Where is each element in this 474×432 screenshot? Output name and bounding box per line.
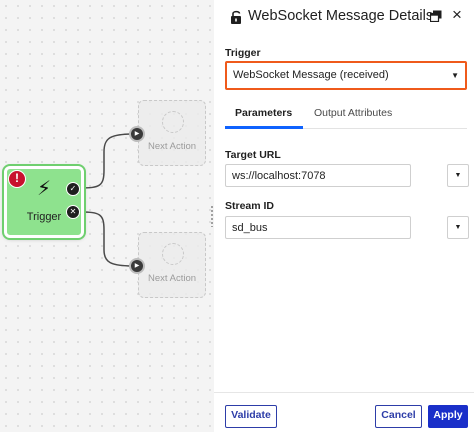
trigger-select[interactable]: WebSocket Message (received) ▼ xyxy=(225,61,467,90)
next-action-label: Next Action xyxy=(147,273,197,284)
target-url-label: Target URL xyxy=(225,149,281,161)
active-tab-indicator xyxy=(225,126,303,129)
trigger-label: Trigger xyxy=(225,47,261,59)
stream-id-label: Stream ID xyxy=(225,200,275,212)
target-url-input[interactable] xyxy=(225,164,411,187)
error-alert-icon[interactable]: ! xyxy=(8,170,26,188)
close-icon[interactable]: × xyxy=(452,6,462,23)
panel-tabs: Parameters Output Attributes xyxy=(225,101,467,129)
apply-button[interactable]: Apply xyxy=(428,405,468,428)
target-url-dropdown-button[interactable]: ▼ xyxy=(447,164,469,187)
next-action-label: Next Action xyxy=(147,141,197,152)
caret-down-icon: ▼ xyxy=(451,71,459,80)
add-action-placeholder-icon xyxy=(162,111,184,133)
failure-wire xyxy=(79,211,135,267)
tab-output-attributes[interactable]: Output Attributes xyxy=(314,107,392,119)
play-input-port-icon[interactable]: ▶ xyxy=(129,258,145,274)
tab-parameters[interactable]: Parameters xyxy=(235,107,292,119)
details-panel: WebSocket Message Details × Trigger WebS… xyxy=(214,0,474,432)
success-port-check-icon[interactable]: ✓ xyxy=(66,182,80,196)
stream-id-input[interactable] xyxy=(225,216,411,239)
next-action-placeholder-1[interactable]: Next Action xyxy=(138,100,206,166)
panel-title: WebSocket Message Details xyxy=(248,8,434,24)
play-input-port-icon[interactable]: ▶ xyxy=(129,126,145,142)
trigger-select-value: WebSocket Message (received) xyxy=(233,69,389,81)
validate-button[interactable]: Validate xyxy=(225,405,277,428)
next-action-placeholder-2[interactable]: Next Action xyxy=(138,232,206,298)
panel-header: WebSocket Message Details × xyxy=(214,0,474,34)
success-wire xyxy=(79,133,135,189)
flow-canvas[interactable]: ⚡ Trigger ! ✓ ✕ Next Action ▶ Next Actio… xyxy=(0,0,214,432)
stream-id-dropdown-button[interactable]: ▼ xyxy=(447,216,469,239)
popout-window-icon[interactable] xyxy=(430,10,442,22)
failure-port-x-icon[interactable]: ✕ xyxy=(66,205,80,219)
cancel-button[interactable]: Cancel xyxy=(375,405,422,428)
unlock-icon[interactable] xyxy=(230,10,242,24)
add-action-placeholder-icon xyxy=(162,243,184,265)
